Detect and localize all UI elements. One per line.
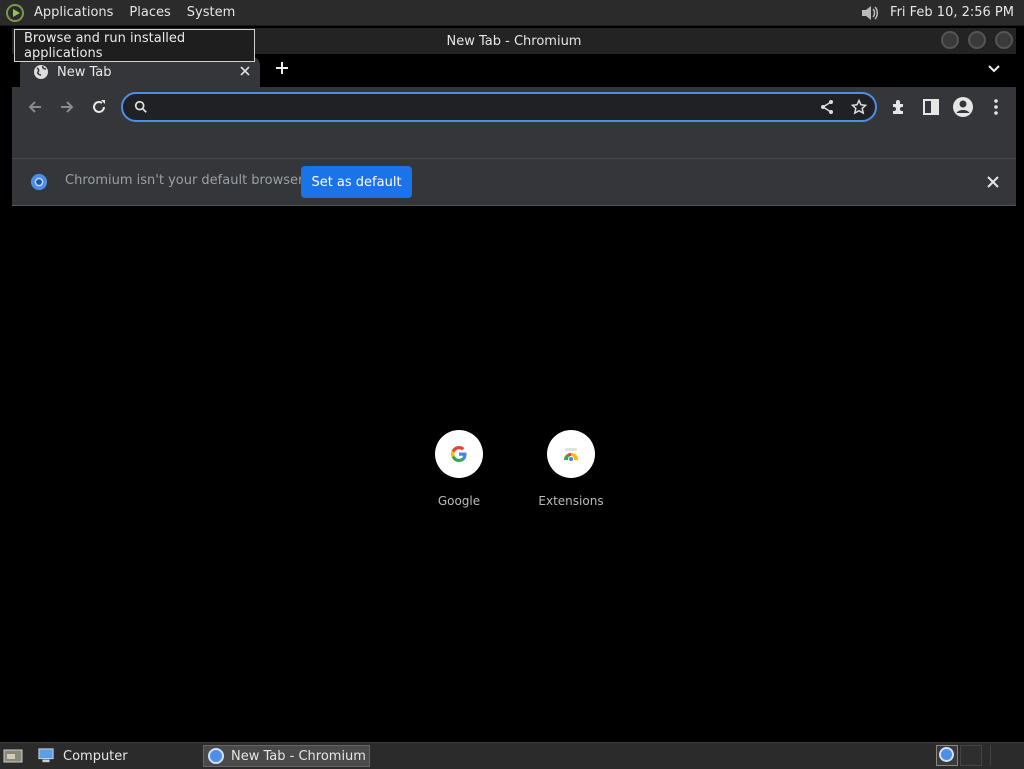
show-desktop-icon[interactable] — [3, 748, 23, 764]
menu-system[interactable]: System — [183, 5, 239, 20]
close-window-icon[interactable] — [995, 31, 1013, 49]
window-title: New Tab - Chromium — [446, 33, 582, 49]
back-arrow-icon[interactable] — [25, 97, 45, 117]
minimize-icon[interactable] — [941, 31, 959, 49]
address-input[interactable] — [157, 98, 811, 118]
chromium-logo-icon — [939, 747, 954, 762]
omnibox[interactable] — [121, 92, 877, 122]
shortcut-label: Extensions — [538, 494, 604, 508]
infobar-message: Chromium isn't your default browser — [65, 173, 304, 188]
volume-icon[interactable] — [860, 4, 880, 22]
extensions-puzzle-icon[interactable] — [889, 97, 909, 117]
shortcut-extensions[interactable]: Extensions — [521, 430, 621, 508]
trash-applet[interactable] — [990, 745, 1021, 766]
browser-toolbar — [12, 87, 1016, 127]
google-g-icon — [435, 430, 483, 478]
profile-avatar-icon[interactable] — [952, 96, 974, 118]
panel-tray: Fri Feb 10, 2:56 PM — [860, 4, 1014, 22]
workspace-2[interactable] — [960, 745, 982, 766]
close-tab-icon[interactable] — [238, 64, 252, 78]
globe-icon — [34, 65, 48, 79]
applications-tooltip: Browse and run installed applications — [14, 29, 255, 62]
menu-places[interactable]: Places — [125, 5, 174, 20]
maximize-icon[interactable] — [968, 31, 986, 49]
computer-icon — [38, 748, 54, 763]
default-browser-infobar: Chromium isn't your default browser Set … — [12, 159, 1016, 206]
shortcut-google[interactable]: Google — [409, 430, 509, 508]
task-computer[interactable]: Computer — [37, 745, 128, 767]
new-tab-icon[interactable] — [274, 60, 290, 76]
chromium-window: New Tab - Chromium New Tab Chromium isn'… — [12, 28, 1016, 741]
workspace-switcher[interactable] — [936, 745, 958, 766]
close-infobar-icon[interactable] — [984, 173, 1002, 191]
task-chromium[interactable]: New Tab - Chromium — [203, 745, 370, 767]
menu-applications[interactable]: Applications — [30, 5, 117, 20]
new-tab-page: Google Extensions — [12, 206, 1016, 741]
top-panel: Applications Places System Fri Feb 10, 2… — [0, 0, 1024, 26]
bookmark-star-icon[interactable] — [851, 99, 867, 115]
forward-arrow-icon[interactable] — [57, 97, 77, 117]
tab-title: New Tab — [57, 64, 112, 80]
tab-search-chevron-down-icon[interactable] — [986, 60, 1002, 76]
clock[interactable]: Fri Feb 10, 2:56 PM — [890, 5, 1014, 20]
chromium-logo-icon — [30, 173, 48, 191]
bookmark-bar-area — [12, 127, 1016, 159]
more-menu-icon[interactable] — [986, 97, 1006, 117]
chrome-web-store-icon — [547, 430, 595, 478]
bottom-panel: Computer New Tab - Chromium — [0, 742, 1024, 769]
search-icon — [134, 100, 147, 113]
task-label: New Tab - Chromium — [231, 748, 366, 764]
set-as-default-button[interactable]: Set as default — [301, 166, 412, 198]
task-label: Computer — [63, 748, 128, 764]
reload-icon[interactable] — [89, 97, 109, 117]
chromium-logo-icon — [208, 748, 224, 764]
share-icon[interactable] — [819, 99, 835, 115]
applications-logo-icon[interactable] — [6, 3, 24, 22]
side-panel-icon[interactable] — [921, 97, 941, 117]
shortcut-label: Google — [437, 494, 481, 508]
